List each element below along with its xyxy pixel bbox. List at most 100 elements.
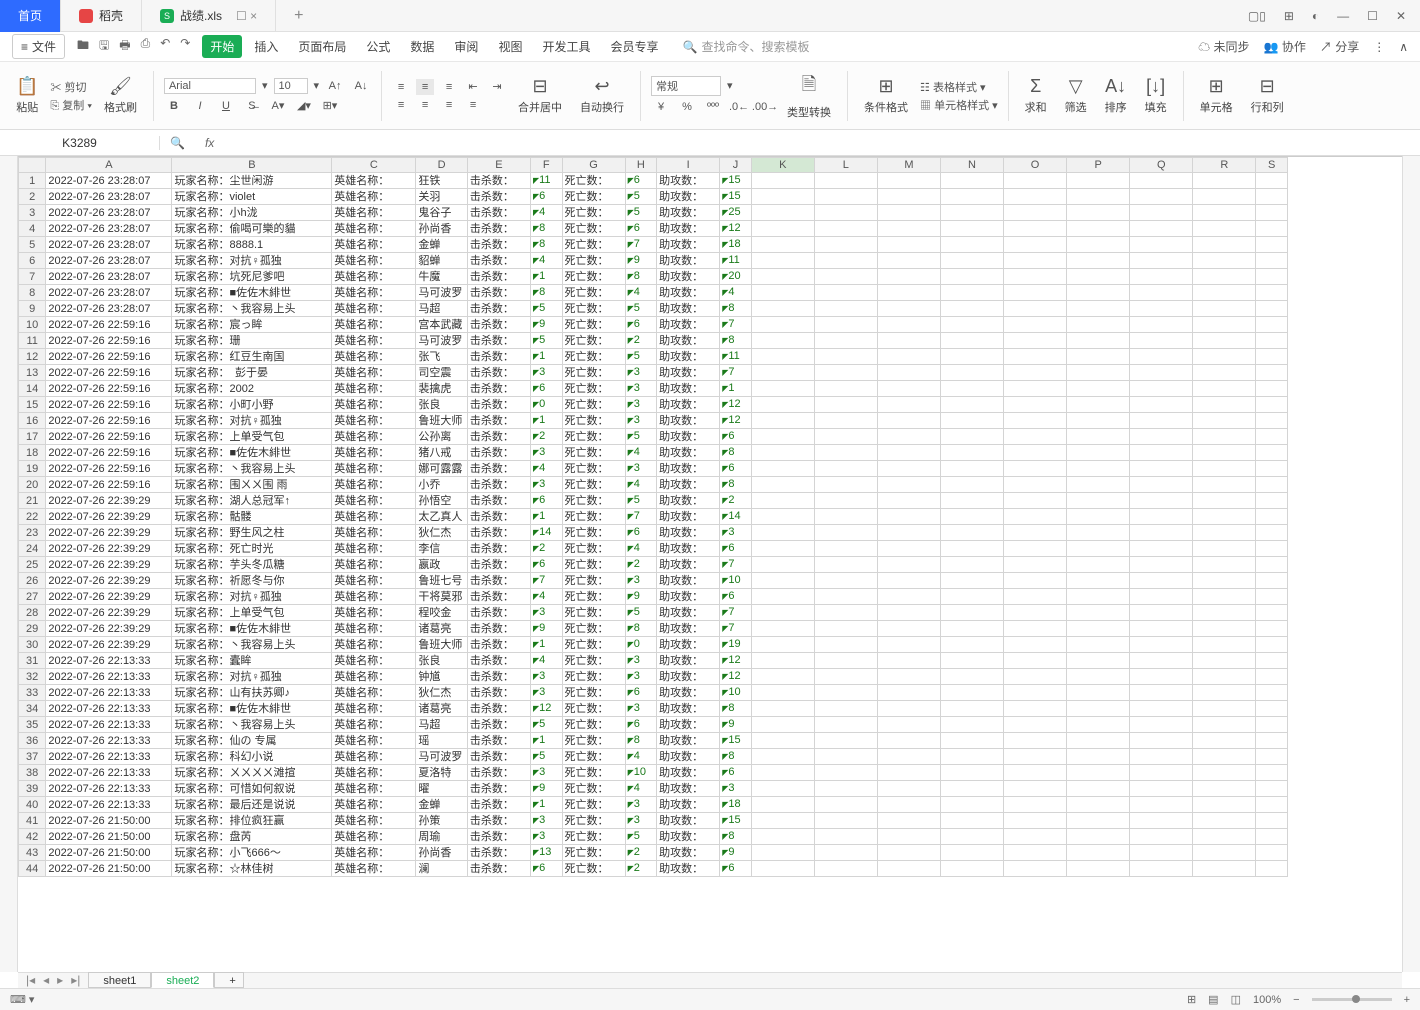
- row-header[interactable]: 44: [19, 861, 46, 877]
- table-row[interactable]: 182022-07-26 22:59:16玩家名称：■佐佐木緋世英雄名称：猪八戒…: [19, 445, 1288, 461]
- col-header[interactable]: J: [720, 158, 752, 173]
- wrap-button[interactable]: ↩自动换行: [574, 76, 630, 115]
- tab-home[interactable]: 首页: [0, 0, 61, 32]
- new-tab-button[interactable]: +: [276, 0, 321, 32]
- col-header[interactable]: P: [1067, 158, 1130, 173]
- col-header[interactable]: Q: [1130, 158, 1193, 173]
- underline-button[interactable]: U: [216, 97, 236, 115]
- col-header[interactable]: [19, 158, 46, 173]
- col-header[interactable]: A: [46, 158, 172, 173]
- zoom-out-button[interactable]: −: [1293, 994, 1299, 1006]
- col-header[interactable]: G: [562, 158, 625, 173]
- menu-review[interactable]: 审阅: [446, 35, 486, 58]
- table-row[interactable]: 112022-07-26 22:59:16玩家名称：珊英雄名称：马可波罗击杀数：…: [19, 333, 1288, 349]
- add-sheet-button[interactable]: +: [214, 972, 244, 988]
- row-header[interactable]: 27: [19, 589, 46, 605]
- sheet-tab-2[interactable]: sheet2: [151, 972, 214, 988]
- table-row[interactable]: 272022-07-26 22:39:29玩家名称：对抗♀孤独英雄名称：干将莫邪…: [19, 589, 1288, 605]
- col-header[interactable]: K: [751, 158, 814, 173]
- increase-font-icon[interactable]: A↑: [325, 77, 345, 95]
- row-header[interactable]: 38: [19, 765, 46, 781]
- row-header[interactable]: 1: [19, 173, 46, 189]
- row-header[interactable]: 10: [19, 317, 46, 333]
- table-row[interactable]: 372022-07-26 22:13:33玩家名称：科幻小说英雄名称：马可波罗击…: [19, 749, 1288, 765]
- redo-icon[interactable]: ↷: [180, 36, 190, 57]
- row-header[interactable]: 12: [19, 349, 46, 365]
- row-header[interactable]: 5: [19, 237, 46, 253]
- col-header[interactable]: I: [657, 158, 720, 173]
- row-header[interactable]: 15: [19, 397, 46, 413]
- print-icon[interactable]: 🖶: [119, 36, 130, 57]
- row-header[interactable]: 13: [19, 365, 46, 381]
- menu-start[interactable]: 开始: [202, 35, 242, 58]
- menu-data[interactable]: 数据: [402, 35, 442, 58]
- table-row[interactable]: 352022-07-26 22:13:33玩家名称：丶我容易上头英雄名称：马超击…: [19, 717, 1288, 733]
- view-page-icon[interactable]: ▤: [1208, 993, 1218, 1006]
- table-row[interactable]: 12022-07-26 23:28:07玩家名称：尘世闲游英雄名称：狂铁击杀数：…: [19, 173, 1288, 189]
- align-bot-icon[interactable]: ≡: [440, 79, 458, 95]
- col-header[interactable]: E: [467, 158, 530, 173]
- sheet-first-icon[interactable]: |◂: [26, 973, 35, 987]
- table-row[interactable]: 232022-07-26 22:39:29玩家名称：野生风之柱英雄名称：狄仁杰击…: [19, 525, 1288, 541]
- fontcolor-button[interactable]: A▾: [268, 97, 288, 115]
- row-header[interactable]: 18: [19, 445, 46, 461]
- align-right-icon[interactable]: ≡: [440, 97, 458, 113]
- table-row[interactable]: 82022-07-26 23:28:07玩家名称：■佐佐木緋世英雄名称：马可波罗…: [19, 285, 1288, 301]
- row-header[interactable]: 34: [19, 701, 46, 717]
- menu-view[interactable]: 视图: [490, 35, 530, 58]
- view-read-icon[interactable]: ◫: [1231, 993, 1241, 1006]
- table-row[interactable]: 172022-07-26 22:59:16玩家名称：上单受气包英雄名称：公孙离击…: [19, 429, 1288, 445]
- tab-close-icon[interactable]: ☐ ×: [236, 9, 257, 23]
- filter-button[interactable]: ▽筛选: [1059, 76, 1093, 115]
- col-header[interactable]: L: [814, 158, 877, 173]
- grid-area[interactable]: ABCDEFGHIJKLMNOPQRS12022-07-26 23:28:07玩…: [18, 156, 1402, 972]
- coop-button[interactable]: 👥 协作: [1264, 38, 1306, 55]
- col-header[interactable]: D: [416, 158, 468, 173]
- row-header[interactable]: 2: [19, 189, 46, 205]
- row-header[interactable]: 6: [19, 253, 46, 269]
- row-header[interactable]: 32: [19, 669, 46, 685]
- menu-devtools[interactable]: 开发工具: [534, 35, 598, 58]
- table-row[interactable]: 92022-07-26 23:28:07玩家名称：丶我容易上头英雄名称：马超击杀…: [19, 301, 1288, 317]
- row-header[interactable]: 14: [19, 381, 46, 397]
- row-header[interactable]: 36: [19, 733, 46, 749]
- row-header[interactable]: 24: [19, 541, 46, 557]
- view-normal-icon[interactable]: ⊞: [1187, 993, 1196, 1006]
- row-header[interactable]: 8: [19, 285, 46, 301]
- table-row[interactable]: 142022-07-26 22:59:16玩家名称：2002英雄名称：裴擒虎击杀…: [19, 381, 1288, 397]
- fillcolor-button[interactable]: ◢▾: [294, 97, 314, 115]
- table-row[interactable]: 122022-07-26 22:59:16玩家名称：红豆生南国英雄名称：张飞击杀…: [19, 349, 1288, 365]
- table-row[interactable]: 62022-07-26 23:28:07玩家名称：对抗♀孤独英雄名称：貂蝉击杀数…: [19, 253, 1288, 269]
- row-header[interactable]: 26: [19, 573, 46, 589]
- align-justify-icon[interactable]: ≡: [464, 97, 482, 113]
- merge-button[interactable]: ⊟合并居中: [512, 76, 568, 115]
- currency-icon[interactable]: ¥: [651, 98, 671, 116]
- table-row[interactable]: 382022-07-26 22:13:33玩家名称：ㄨㄨㄨㄨ滩揎英雄名称：夏洛特…: [19, 765, 1288, 781]
- col-header[interactable]: N: [940, 158, 1003, 173]
- cut-button[interactable]: ✂ 剪切: [50, 79, 92, 95]
- undo-icon[interactable]: ↶: [160, 36, 170, 57]
- sheet-tab-1[interactable]: sheet1: [88, 972, 151, 988]
- table-row[interactable]: 152022-07-26 22:59:16玩家名称：小町小野英雄名称：张良击杀数…: [19, 397, 1288, 413]
- table-row[interactable]: 102022-07-26 22:59:16玩家名称：宸っ眸英雄名称：宫本武藏击杀…: [19, 317, 1288, 333]
- strike-button[interactable]: S̶: [242, 97, 262, 115]
- table-row[interactable]: 32022-07-26 23:28:07玩家名称：小h泷英雄名称：鬼谷子击杀数：…: [19, 205, 1288, 221]
- indent-inc-icon[interactable]: ⇥: [488, 79, 506, 95]
- table-row[interactable]: 282022-07-26 22:39:29玩家名称：上单受气包英雄名称：程咬金击…: [19, 605, 1288, 621]
- table-row[interactable]: 392022-07-26 22:13:33玩家名称：可惜如何叙说英雄名称：曜击杀…: [19, 781, 1288, 797]
- font-select[interactable]: Arial: [164, 78, 256, 94]
- table-row[interactable]: 402022-07-26 22:13:33玩家名称：最后还是说说英雄名称：金蝉击…: [19, 797, 1288, 813]
- col-header[interactable]: O: [1004, 158, 1067, 173]
- row-header[interactable]: 35: [19, 717, 46, 733]
- col-header[interactable]: R: [1193, 158, 1256, 173]
- cellstyle-button[interactable]: ▦ 单元格样式 ▾: [920, 97, 998, 113]
- table-row[interactable]: 222022-07-26 22:39:29玩家名称：骷髅英雄名称：太乙真人击杀数…: [19, 509, 1288, 525]
- row-header[interactable]: 9: [19, 301, 46, 317]
- menu-insert[interactable]: 插入: [246, 35, 286, 58]
- row-header[interactable]: 41: [19, 813, 46, 829]
- row-header[interactable]: 16: [19, 413, 46, 429]
- sync-button[interactable]: ☁ 未同步: [1198, 38, 1249, 55]
- menu-layout[interactable]: 页面布局: [290, 35, 354, 58]
- row-header[interactable]: 33: [19, 685, 46, 701]
- mode-icon[interactable]: ⌨ ▾: [10, 993, 34, 1006]
